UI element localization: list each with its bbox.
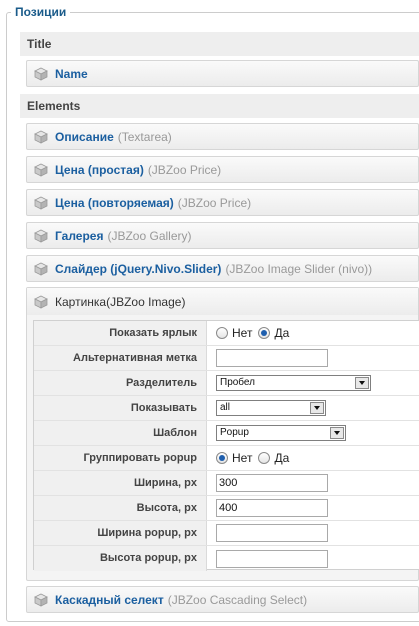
cube-icon	[34, 196, 48, 210]
select-value: all	[220, 402, 231, 413]
param-row-show-label: Показать ярлык Нет Да	[34, 321, 419, 346]
param-row-group-popup: Группировать popup Нет Да	[34, 446, 419, 471]
cube-icon	[34, 262, 48, 276]
cube-icon	[34, 130, 48, 144]
param-label: Альтернативная метка	[34, 346, 207, 370]
cube-icon	[34, 295, 48, 309]
param-row-width: Ширина, px 300	[34, 471, 419, 496]
element-name[interactable]: Галерея	[55, 229, 103, 243]
element-item-image-header[interactable]: Картинка (JBZoo Image)	[27, 288, 418, 315]
cube-icon	[34, 593, 48, 607]
group-elements-label: Elements	[20, 94, 419, 118]
element-name[interactable]: Name	[55, 67, 88, 81]
radio-label[interactable]: Да	[274, 451, 289, 465]
select-value: Popup	[220, 427, 249, 438]
param-label: Группировать popup	[34, 446, 207, 470]
element-type: (JBZoo Gallery)	[107, 228, 192, 243]
chevron-down-icon[interactable]	[310, 402, 324, 414]
chevron-down-icon[interactable]	[330, 427, 344, 439]
param-label: Шаблон	[34, 421, 207, 445]
chevron-down-icon[interactable]	[355, 377, 369, 389]
element-name[interactable]: Картинка	[55, 295, 106, 309]
element-item-cascading-select[interactable]: Каскадный селект (JBZoo Cascading Select…	[26, 586, 419, 613]
param-row-display: Показывать all	[34, 396, 419, 421]
radio-label[interactable]: Нет	[232, 451, 252, 465]
param-row-height: Высота, px 400	[34, 496, 419, 521]
element-type: (JBZoo Price)	[177, 195, 252, 210]
param-label: Показывать	[34, 396, 207, 420]
element-params-table: Показать ярлык Нет Да Альтернативная мет…	[33, 320, 419, 571]
radio-group-popup-no[interactable]	[216, 452, 228, 464]
width-input[interactable]: 300	[216, 474, 328, 492]
separator-select[interactable]: Пробел	[216, 375, 371, 391]
radio-group-popup-yes[interactable]	[258, 452, 271, 464]
element-type: (JBZoo Cascading Select)	[167, 592, 308, 607]
radio-show-label-no[interactable]	[216, 327, 228, 339]
select-value: Пробел	[220, 377, 255, 388]
fieldset-legend: Позиции	[11, 5, 71, 19]
element-name[interactable]: Цена (повторяемая)	[55, 196, 174, 210]
param-row-separator: Разделитель Пробел	[34, 371, 419, 396]
cube-icon	[34, 67, 48, 81]
element-type: (JBZoo Image)	[106, 294, 186, 309]
element-name[interactable]: Каскадный селект	[55, 593, 164, 607]
element-item-price-repeatable[interactable]: Цена (повторяемая) (JBZoo Price)	[26, 189, 419, 216]
element-item-price-simple[interactable]: Цена (простая) (JBZoo Price)	[26, 156, 419, 183]
element-name[interactable]: Слайдер (jQuery.Nivo.Slider)	[55, 262, 221, 276]
radio-label[interactable]: Нет	[232, 326, 252, 340]
param-label: Ширина popup, px	[34, 521, 207, 545]
param-label: Показать ярлык	[34, 321, 207, 345]
element-item-description[interactable]: Описание (Textarea)	[26, 123, 419, 150]
element-type: (JBZoo Image Slider (nivo))	[225, 261, 373, 276]
radio-label[interactable]: Да	[274, 326, 289, 340]
element-type: (JBZoo Price)	[147, 162, 222, 177]
height-input[interactable]: 400	[216, 499, 328, 517]
element-name[interactable]: Цена (простая)	[55, 163, 144, 177]
element-item-image-expanded: Картинка (JBZoo Image) Показать ярлык Не…	[26, 287, 419, 581]
element-name[interactable]: Описание	[55, 130, 114, 144]
popup-height-input[interactable]	[216, 549, 328, 568]
radio-show-label-yes[interactable]	[258, 327, 271, 339]
position-item-name[interactable]: Name	[26, 60, 419, 87]
cube-icon	[34, 163, 48, 177]
display-select[interactable]: all	[216, 400, 326, 416]
param-row-template: Шаблон Popup	[34, 421, 419, 446]
group-title-label: Title	[20, 32, 419, 56]
param-row-alt-label: Альтернативная метка	[34, 346, 419, 371]
param-label: Высота popup, px	[34, 546, 207, 571]
param-label: Высота, px	[34, 496, 207, 520]
param-label: Разделитель	[34, 371, 207, 395]
cube-icon	[34, 229, 48, 243]
element-type: (Textarea)	[117, 129, 172, 144]
alt-label-input[interactable]	[216, 349, 328, 367]
popup-width-input[interactable]	[216, 524, 328, 542]
element-item-slider[interactable]: Слайдер (jQuery.Nivo.Slider) (JBZoo Imag…	[26, 255, 419, 282]
param-row-popup-height: Высота popup, px	[34, 546, 419, 571]
element-item-gallery[interactable]: Галерея (JBZoo Gallery)	[26, 222, 419, 249]
template-select[interactable]: Popup	[216, 425, 346, 441]
param-label: Ширина, px	[34, 471, 207, 495]
param-row-popup-width: Ширина popup, px	[34, 521, 419, 546]
